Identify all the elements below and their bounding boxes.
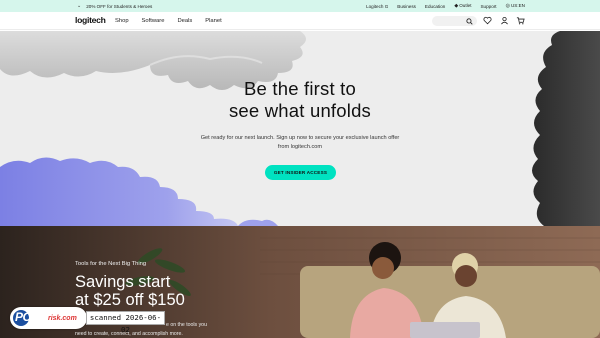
pcrisk-watermark: PC risk.com [10,307,87,329]
link-outlet[interactable]: ◆Outlet [454,3,471,9]
announcement-bar: ⌄ 20% OFF for Students & Heroes Logitech… [0,0,600,12]
user-icon[interactable] [500,16,509,25]
hero-blob-art [0,31,600,226]
scan-stamp: scanned 2026-06-02 [86,311,165,334]
nav-software[interactable]: Software [142,18,165,24]
logitech-logo[interactable]: logitech [75,15,106,25]
link-logitech-g[interactable]: Logitech G [366,4,388,9]
tag-icon: ◆ [454,3,459,9]
search-icon[interactable] [466,17,473,25]
nav-deals[interactable]: Deals [177,18,192,24]
promo-headline-line1: Savings start [75,273,171,291]
promo-headline: Savings start at $25 off $150 [75,273,185,309]
link-education[interactable]: Education [425,4,445,9]
hero-headline-line1: Be the first to [244,78,356,99]
hero-subtext-line2: from logitech.com [277,143,323,150]
promo-kicker: Tools for the Next Big Thing [75,261,147,267]
globe-icon: ◎ [505,3,510,9]
heart-icon[interactable] [483,16,492,25]
promo-headline-line2: at $25 off $150 [75,291,185,309]
locale-label: US:EN [510,3,525,8]
watermark-risk: risk.com [48,315,77,322]
get-insider-access-button[interactable]: GET INSIDER ACCESS [265,165,336,180]
locale-selector[interactable]: ◎US:EN [506,3,525,9]
nav-links: Shop Software Deals Planet [115,12,222,30]
main-nav: logitech Shop Software Deals Planet [0,12,600,30]
nav-shop[interactable]: Shop [115,18,129,24]
link-business[interactable]: Business [397,4,416,9]
link-support[interactable]: Support [480,4,496,9]
watermark-pc: PC [15,310,31,324]
nav-planet[interactable]: Planet [205,18,221,24]
student-promo[interactable]: ⌄ 20% OFF for Students & Heroes [77,0,152,12]
hero-subtext: Get ready for our next launch. Sign up n… [186,134,414,151]
search-input[interactable] [432,16,477,26]
utility-links: Logitech G Business Education ◆Outlet Su… [366,0,525,12]
promo-text: 20% OFF for Students & Heroes [86,3,153,9]
hero-subtext-line1: Get ready for our next launch. Sign up n… [200,135,400,141]
hero-headline-line2: see what unfolds [228,100,372,121]
launch-hero: Be the first to see what unfolds Get rea… [0,31,600,226]
hero-headline: Be the first to see what unfolds [150,78,450,122]
chevron-down-icon: ⌄ [77,3,82,9]
cart-icon[interactable] [516,16,525,25]
link-outlet-label: Outlet [459,3,472,8]
